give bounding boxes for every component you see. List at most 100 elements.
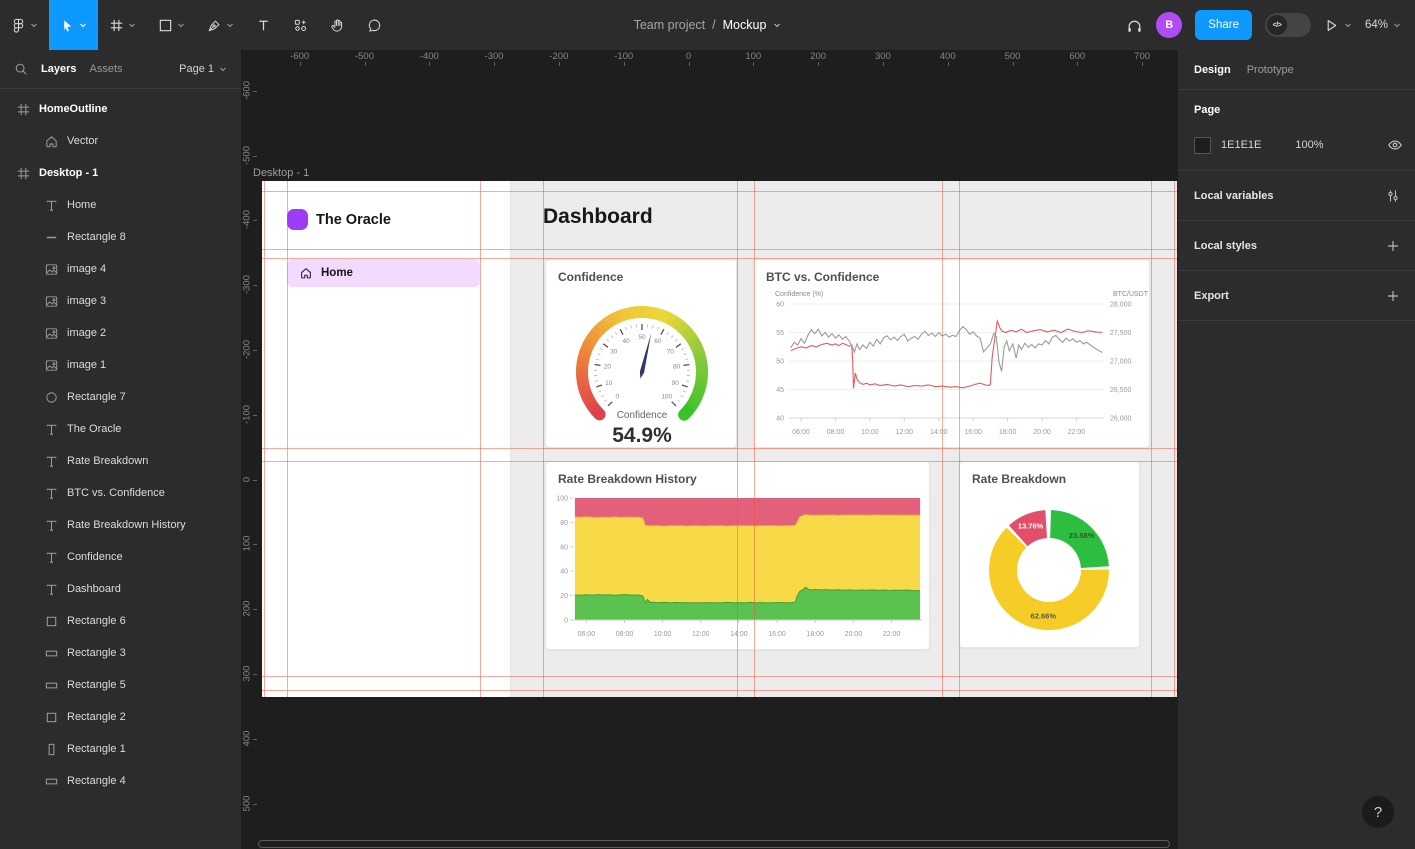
svg-text:70: 70 [667, 348, 675, 355]
zoom-level-control[interactable]: 64% [1365, 19, 1401, 31]
rectangle-icon [158, 18, 173, 33]
svg-text:45: 45 [776, 387, 784, 394]
color-swatch[interactable] [1194, 137, 1211, 154]
layer-row-rectangle-6[interactable]: Rectangle 6 [0, 605, 241, 637]
svg-text:55: 55 [776, 330, 784, 337]
shape-tool-button[interactable] [147, 0, 196, 50]
help-button[interactable]: ? [1362, 796, 1394, 828]
breadcrumb-separator: / [712, 18, 715, 32]
layer-row-desktop-1[interactable]: Desktop - 1 [0, 157, 241, 189]
plus-icon[interactable] [1385, 238, 1401, 254]
layer-row-btc-vs-confidence[interactable]: BTC vs. Confidence [0, 477, 241, 509]
share-button[interactable]: Share [1195, 10, 1252, 40]
tab-design[interactable]: Design [1194, 64, 1231, 76]
search-icon[interactable] [14, 62, 28, 76]
layer-row-image-4[interactable]: image 4 [0, 253, 241, 285]
layers-panel-header: Layers Assets Page 1 [0, 50, 241, 89]
btc-confidence-chart: 6028,0005527,5005027,0004526,5004026,000… [755, 286, 1149, 447]
svg-text:10: 10 [605, 380, 613, 387]
layer-row-rectangle-7[interactable]: Rectangle 7 [0, 381, 241, 413]
sliders-icon[interactable] [1385, 188, 1401, 204]
tool-group-right: B Share </> 64% [1126, 0, 1415, 50]
rect-wide-icon [44, 774, 59, 789]
svg-text:90: 90 [672, 380, 680, 387]
layer-row-image-1[interactable]: image 1 [0, 349, 241, 381]
layer-row-rate-breakdown[interactable]: Rate Breakdown [0, 445, 241, 477]
move-tool-button[interactable] [49, 0, 98, 50]
layer-row-rectangle-5[interactable]: Rectangle 5 [0, 669, 241, 701]
rate-breakdown-history-card[interactable]: Rate Breakdown History 02040608010006:00… [545, 461, 930, 650]
btc-confidence-card[interactable]: BTC vs. Confidence 6028,0005527,5005027,… [753, 259, 1150, 448]
frame-label[interactable]: Desktop - 1 [253, 167, 309, 179]
square-icon [44, 710, 59, 725]
present-button[interactable] [1324, 18, 1352, 33]
layer-row-vector[interactable]: Vector [0, 125, 241, 157]
export-section[interactable]: Export [1178, 271, 1415, 321]
svg-text:12:00: 12:00 [896, 429, 914, 436]
ruler-top-label: -500 [345, 51, 385, 62]
layer-row-dashboard[interactable]: Dashboard [0, 573, 241, 605]
svg-text:14:00: 14:00 [730, 631, 748, 638]
svg-text:26,000: 26,000 [1110, 416, 1132, 423]
layer-row-rectangle-1[interactable]: Rectangle 1 [0, 733, 241, 765]
layer-label: image 3 [67, 295, 106, 307]
main-menu-button[interactable] [0, 0, 49, 50]
dev-mode-toggle[interactable]: </> [1265, 13, 1311, 37]
project-name[interactable]: Team project [634, 18, 706, 32]
color-hex-value[interactable]: 1E1E1E [1221, 139, 1261, 151]
layer-row-rectangle-4[interactable]: Rectangle 4 [0, 765, 241, 797]
sidebar-item-home[interactable]: Home [287, 259, 480, 287]
frame-tool-button[interactable] [98, 0, 147, 50]
svg-text:18:00: 18:00 [999, 429, 1017, 436]
headphones-icon[interactable] [1126, 17, 1143, 34]
layer-row-homeoutline[interactable]: HomeOutline [0, 93, 241, 125]
tab-layers[interactable]: Layers [41, 63, 76, 75]
code-icon: </> [1267, 15, 1287, 35]
layer-row-the-oracle[interactable]: The Oracle [0, 413, 241, 445]
layer-row-rectangle-8[interactable]: Rectangle 8 [0, 221, 241, 253]
hand-tool-button[interactable] [319, 0, 356, 50]
file-name[interactable]: Mockup [723, 18, 767, 32]
layer-row-image-2[interactable]: image 2 [0, 317, 241, 349]
eye-icon[interactable] [1387, 137, 1403, 153]
pen-tool-button[interactable] [196, 0, 245, 50]
confidence-gauge-card[interactable]: Confidence 0102030405060708090100Confide… [545, 259, 737, 448]
tab-prototype[interactable]: Prototype [1247, 64, 1294, 76]
page-selector[interactable]: Page 1 [179, 63, 227, 75]
plus-icon[interactable] [1385, 288, 1401, 304]
ruler-top-label: -300 [474, 51, 514, 62]
color-opacity-value[interactable]: 100% [1295, 139, 1323, 151]
layer-row-confidence[interactable]: Confidence [0, 541, 241, 573]
tab-assets[interactable]: Assets [89, 63, 122, 75]
layer-row-image-3[interactable]: image 3 [0, 285, 241, 317]
chevron-down-icon [30, 21, 38, 29]
svg-text:62.66%: 62.66% [1031, 612, 1057, 621]
layer-row-home[interactable]: Home [0, 189, 241, 221]
text-tool-button[interactable] [245, 0, 282, 50]
horizontal-scrollbar[interactable] [258, 840, 1170, 848]
brand-name: The Oracle [316, 212, 391, 228]
comment-tool-button[interactable] [356, 0, 393, 50]
svg-text:06:00: 06:00 [578, 631, 596, 638]
rate-breakdown-donut-card[interactable]: Rate Breakdown 23.58%62.66%13.76% [959, 461, 1140, 648]
ruler-left-label: -400 [242, 200, 253, 240]
svg-text:100: 100 [661, 394, 672, 401]
local-variables-section[interactable]: Local variables [1178, 171, 1415, 221]
actions-tool-button[interactable] [282, 0, 319, 50]
ruler-left-label: -100 [242, 394, 253, 434]
local-styles-section[interactable]: Local styles [1178, 221, 1415, 271]
circle-icon [44, 390, 59, 405]
layer-row-rectangle-2[interactable]: Rectangle 2 [0, 701, 241, 733]
chevron-down-icon[interactable] [773, 21, 781, 29]
sidebar-item-label: Home [321, 267, 353, 279]
ruler-left-label: -200 [242, 329, 253, 369]
ruler-left-label: -300 [242, 265, 253, 305]
page-color-row: 1E1E1E 100% [1194, 132, 1403, 158]
avatar[interactable]: B [1156, 12, 1182, 38]
layer-row-rectangle-3[interactable]: Rectangle 3 [0, 637, 241, 669]
layer-row-rate-breakdown-history[interactable]: Rate Breakdown History [0, 509, 241, 541]
frame-icon [16, 102, 31, 117]
layer-label: image 2 [67, 327, 106, 339]
canvas[interactable]: -600-500-400-300-200-1000100200300400500… [241, 50, 1178, 849]
desktop-frame[interactable]: The Oracle Home Dashboard Confidence 010… [262, 181, 1177, 697]
